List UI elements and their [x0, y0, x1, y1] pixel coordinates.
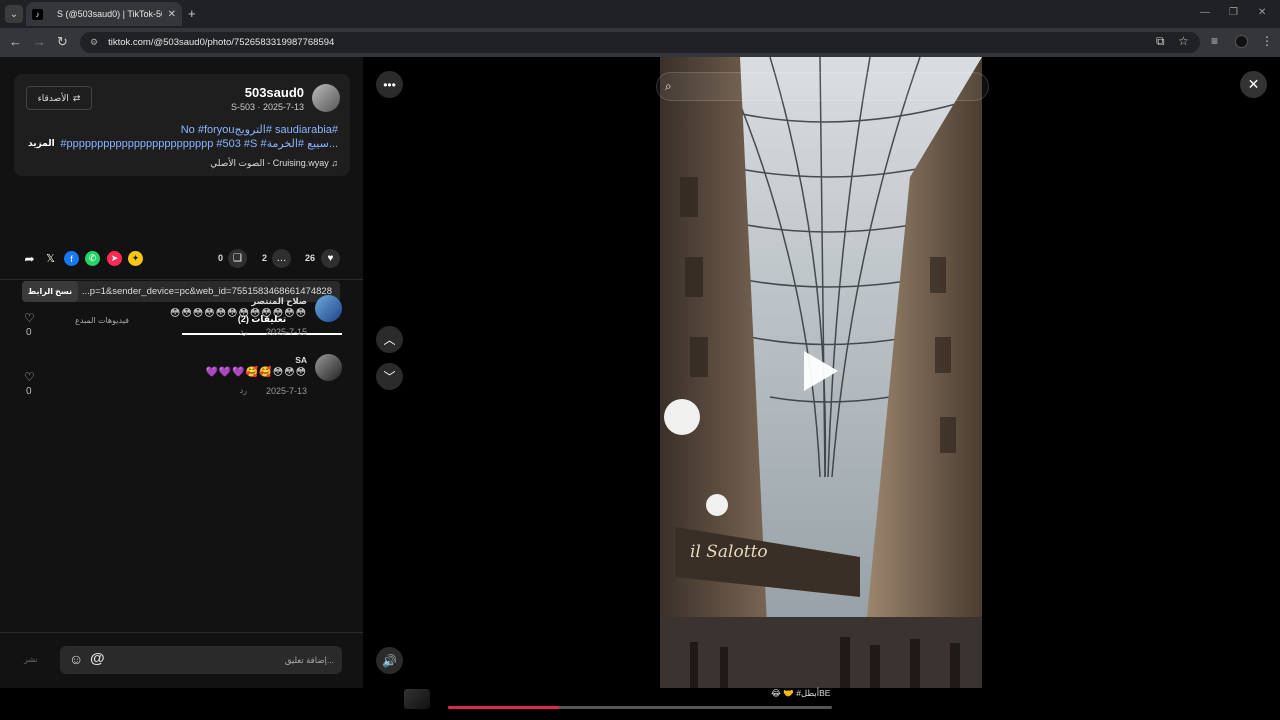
install-app-icon[interactable]: ⧉	[1156, 34, 1165, 49]
likes-count: 26	[305, 253, 316, 263]
swap-icon: ⇄	[72, 92, 81, 103]
share-arrow-icon[interactable]: ➦	[22, 251, 37, 266]
music-text: الصوت الأصلي - Cruising.wyay	[210, 158, 329, 168]
friends-button[interactable]: الأصدقاء ⇄	[26, 86, 92, 110]
close-viewer-icon[interactable]: ✕	[1240, 71, 1267, 98]
author-subtitle: S-503 · 2025-7-13	[230, 102, 304, 112]
search-icon: ⌕	[665, 79, 672, 93]
emoji-icon[interactable]: ☺	[69, 651, 83, 667]
more-options-icon[interactable]: •••	[376, 71, 403, 98]
tiktok-favicon-icon: ♪	[32, 8, 43, 20]
friends-label: الأصدقاء	[37, 92, 69, 103]
whatsapp-share-icon[interactable]: ✆	[85, 251, 100, 266]
music-note-icon: ♫	[331, 158, 338, 168]
browser-tab[interactable]: ♪ S (@503saud0) | TikTok-503 ✕	[26, 2, 182, 26]
heart-icon[interactable]: ♥	[321, 249, 340, 268]
reload-icon[interactable]: ↻	[57, 34, 68, 50]
commenter-avatar[interactable]	[315, 295, 342, 322]
comment-item: SA 💜💜💜🥰🥰😳😳😳 2025-7-13 رد ♡ 0	[22, 354, 342, 404]
comment-text: 💜💜💜🥰🥰😳😳😳	[205, 367, 307, 378]
comment-like-icon[interactable]: ♡	[24, 311, 35, 325]
x-share-icon[interactable]: 𝕏	[43, 251, 58, 266]
volume-icon[interactable]: 🔊	[376, 647, 403, 674]
comment-date: 2025-7-13	[265, 386, 307, 396]
tabs-divider	[0, 279, 363, 280]
back-icon[interactable]: ←	[9, 34, 22, 49]
tab-title: S (@503saud0) | TikTok-503	[57, 9, 162, 19]
forward-icon[interactable]: →	[33, 34, 46, 49]
comment-like-count: 0	[26, 327, 32, 338]
mention-icon[interactable]: @	[90, 650, 105, 667]
url-text: tiktok.com/@503saud0/photo/7526583319987…	[108, 37, 335, 48]
progress-bar[interactable]	[448, 706, 832, 709]
media-control-icon[interactable]: ≡	[1211, 34, 1218, 48]
reply-button[interactable]: رد	[240, 386, 247, 395]
comment-icon[interactable]: …	[272, 249, 291, 268]
post-comment-button[interactable]: نشر	[24, 655, 38, 664]
media-viewer: ••• ✕ ︿ ﹀ 🔊 il Salotto ⌕	[363, 57, 1280, 688]
next-post-icon[interactable]: ﹀	[376, 363, 403, 390]
comment-input[interactable]: إضافة تعليق... ☺ @	[60, 646, 342, 674]
post-info-card: الأصدقاء ⇄ 503saud0 S-503 · 2025-7-13 #s…	[14, 74, 350, 176]
progress-fill	[448, 706, 560, 709]
bottom-strip: 😂 🤝 #أبطلBE	[0, 688, 1280, 720]
new-tab-button[interactable]: +	[188, 6, 196, 21]
comment-text: 😳😳😳😳😳😳😳😳😳😳😳😳	[169, 308, 307, 319]
browser-menu-icon[interactable]: ⋮	[1261, 34, 1273, 48]
author-name[interactable]: 503saud0	[245, 85, 304, 100]
facebook-share-icon[interactable]: f	[64, 251, 79, 266]
post-details-panel: الأصدقاء ⇄ 503saud0 S-503 · 2025-7-13 #s…	[0, 57, 363, 688]
play-icon[interactable]	[804, 351, 838, 391]
embed-share-icon[interactable]: ✦	[128, 251, 143, 266]
previous-post-icon[interactable]: ︿	[376, 326, 403, 353]
shop-sign: il Salotto	[690, 542, 768, 562]
strip-caption: 😂 🤝 #أبطلBE	[771, 688, 831, 698]
bookmark-icon[interactable]: ❑	[228, 249, 247, 268]
address-bar[interactable]: ⚙ tiktok.com/@503saud0/photo/75265833199…	[80, 32, 1200, 53]
send-share-icon[interactable]: ➤	[107, 251, 122, 266]
music-link[interactable]: الصوت الأصلي - Cruising.wyay ♫	[210, 158, 338, 169]
reply-button[interactable]: رد	[240, 327, 247, 336]
caption-line-1[interactable]: #saudiarabia #الترويجNo #foryou	[181, 123, 338, 136]
comment-placeholder: إضافة تعليق...	[284, 655, 334, 665]
comment-composer: نشر إضافة تعليق... ☺ @	[0, 632, 363, 688]
site-info-icon[interactable]: ⚙	[90, 37, 98, 48]
saves-count: 0	[218, 253, 224, 263]
commenter-name[interactable]: صلاح المنتصر	[251, 296, 307, 307]
comment-like-icon[interactable]: ♡	[24, 370, 35, 384]
comment-date: 2025-7-15	[265, 327, 307, 337]
commenter-name[interactable]: SA	[295, 355, 307, 365]
browser-tab-bar: ⌄ ♪ S (@503saud0) | TikTok-503 ✕ + — ❐ ✕	[0, 0, 1280, 28]
author-avatar[interactable]	[312, 84, 340, 112]
profile-avatar[interactable]	[1235, 35, 1248, 48]
bookmark-star-icon[interactable]: ☆	[1178, 34, 1189, 48]
commenter-avatar[interactable]	[315, 354, 342, 381]
tab-search-dropdown[interactable]: ⌄	[5, 5, 23, 23]
address-toolbar: ← → ↻ ⚙ tiktok.com/@503saud0/photo/75265…	[0, 28, 1280, 57]
minimize-icon[interactable]: —	[1200, 7, 1210, 18]
more-button[interactable]: المزيد	[28, 138, 55, 149]
photo-search-box[interactable]: ⌕	[656, 72, 989, 101]
action-row: ➦ 𝕏 f ✆ ➤ ✦ 0 ❑ 2 … 26 ♥	[22, 249, 342, 269]
comment-like-count: 0	[26, 386, 32, 397]
comments-count: 2	[262, 253, 268, 263]
maximize-icon[interactable]: ❐	[1229, 7, 1238, 18]
caption-line-2[interactable]: #pppppppppppppppppppppppp #503 #S #سيبع …	[60, 137, 338, 150]
window-close-icon[interactable]: ✕	[1258, 7, 1266, 18]
music-thumbnail[interactable]	[404, 689, 430, 709]
close-tab-icon[interactable]: ✕	[168, 9, 176, 20]
comment-item: صلاح المنتصر 😳😳😳😳😳😳😳😳😳😳😳😳 2025-7-15 رد ♡…	[22, 295, 342, 345]
